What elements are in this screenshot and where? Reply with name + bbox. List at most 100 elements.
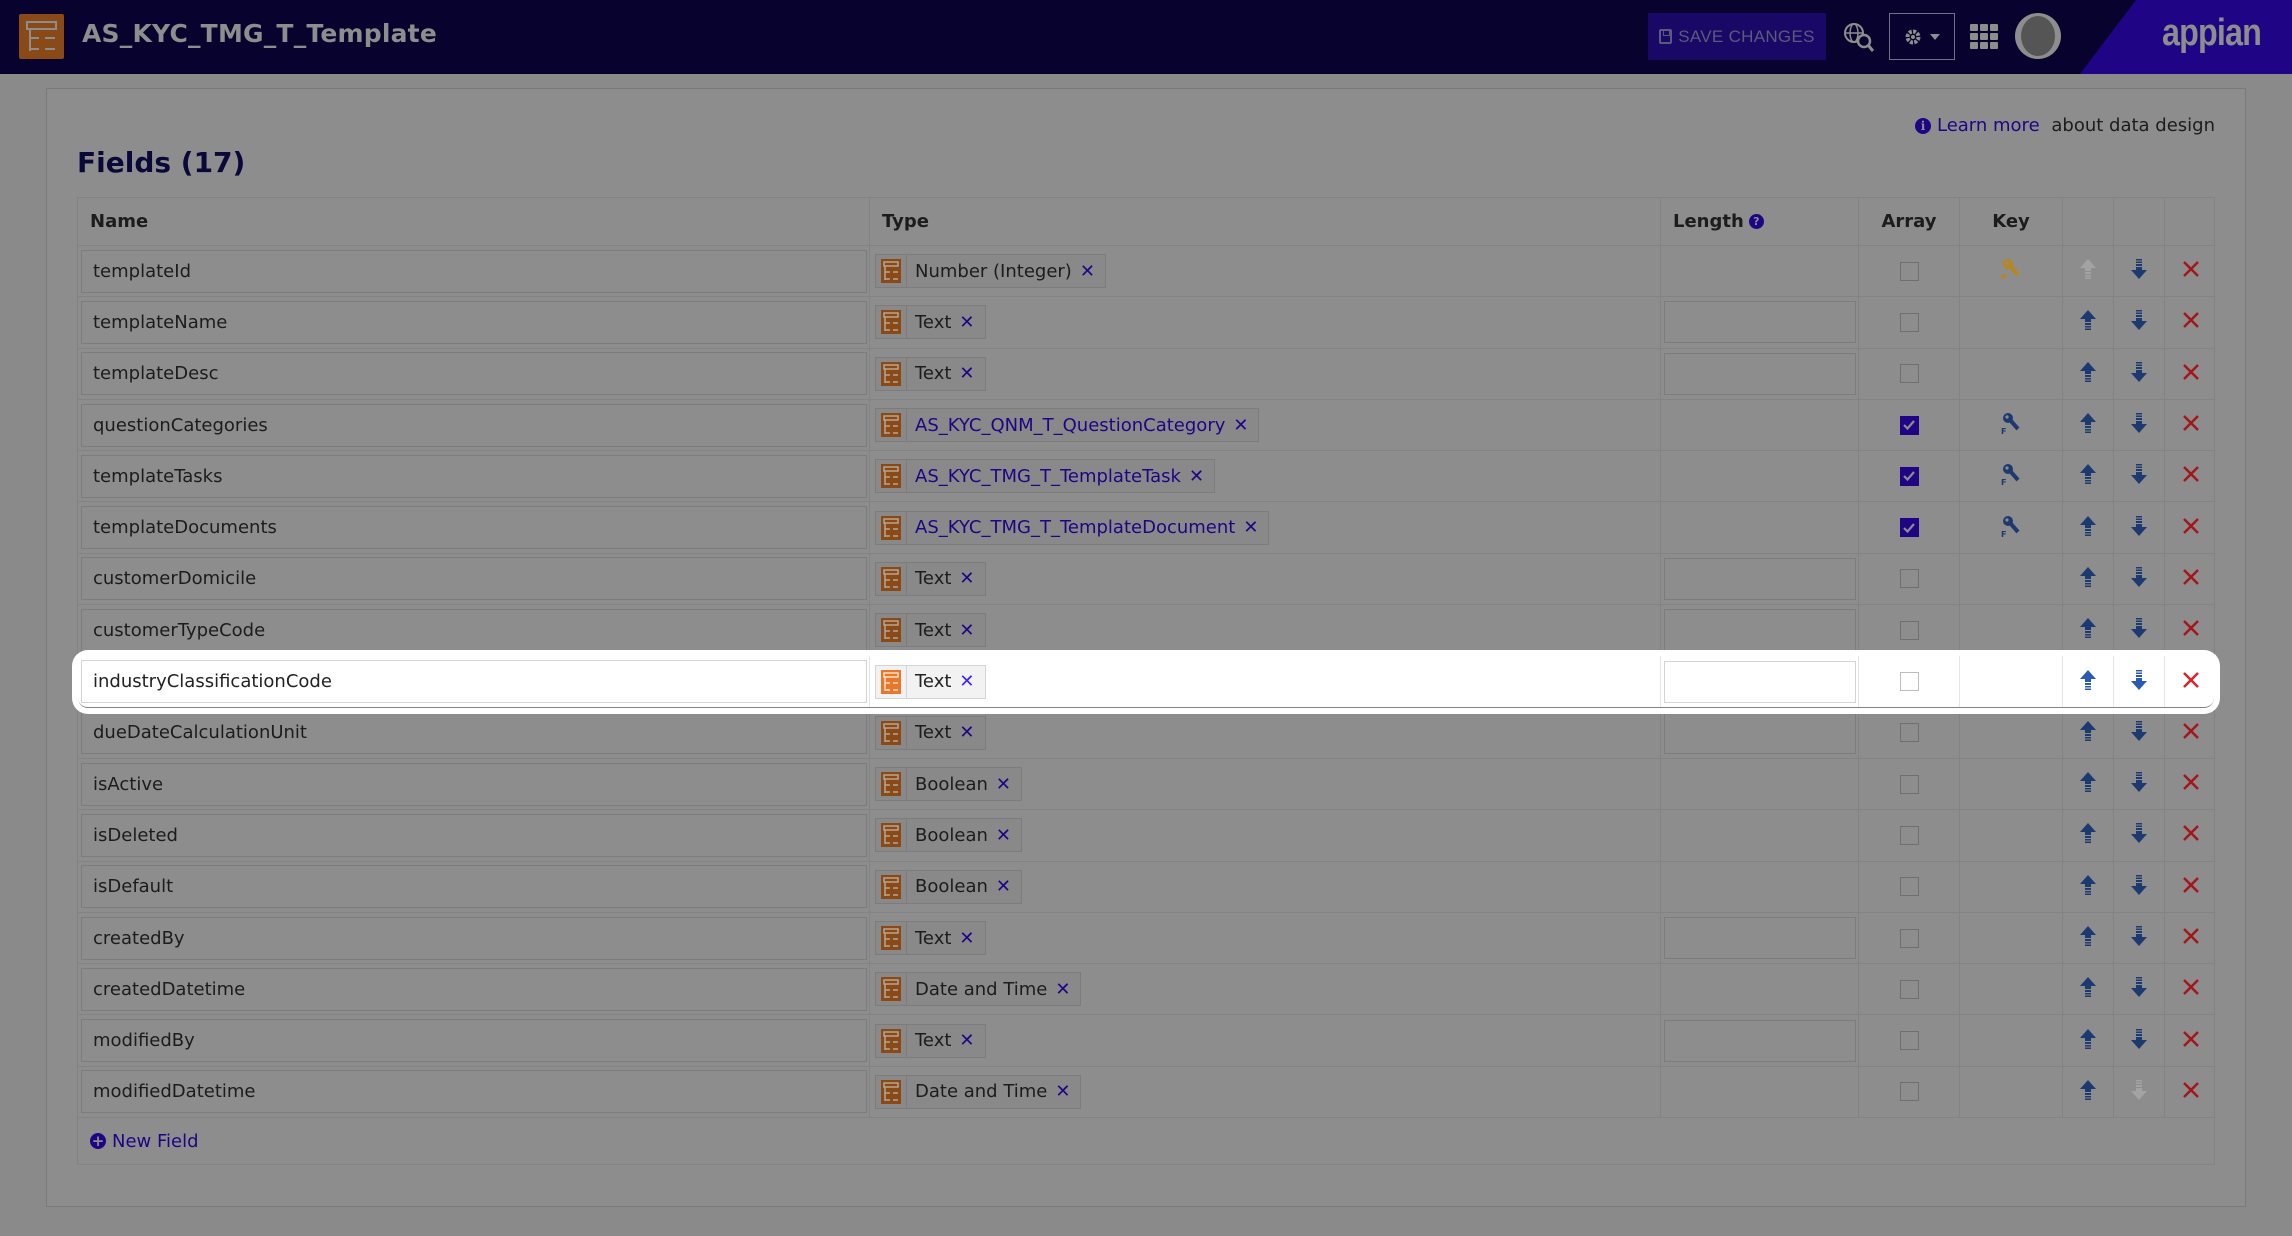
learn-more-link[interactable]: Learn more xyxy=(1937,115,2040,136)
remove-type-icon[interactable]: ✕ xyxy=(959,1030,984,1051)
type-chip[interactable]: Text ✕ xyxy=(875,305,986,340)
array-checkbox[interactable] xyxy=(1899,261,1919,281)
save-changes-button[interactable]: SAVE CHANGES xyxy=(1648,13,1826,60)
length-input[interactable] xyxy=(1664,1019,1856,1062)
array-checkbox[interactable] xyxy=(1899,1031,1919,1051)
remove-type-icon[interactable]: ✕ xyxy=(959,620,984,641)
move-up-icon[interactable] xyxy=(2080,310,2096,334)
remove-type-icon[interactable]: ✕ xyxy=(996,774,1021,795)
remove-type-icon[interactable]: ✕ xyxy=(959,363,984,384)
move-down-icon[interactable] xyxy=(2131,413,2147,437)
move-up-icon[interactable] xyxy=(2080,772,2096,796)
delete-field-icon[interactable] xyxy=(2182,1082,2199,1102)
length-input[interactable] xyxy=(1664,660,1856,703)
length-input[interactable] xyxy=(1664,557,1856,600)
delete-field-icon[interactable] xyxy=(2182,876,2199,897)
type-label[interactable]: AS_KYC_TMG_T_TemplateDocument xyxy=(907,517,1243,538)
new-field-link[interactable]: + New Field xyxy=(78,1118,199,1164)
type-chip[interactable]: Text ✕ xyxy=(875,664,986,699)
remove-type-icon[interactable]: ✕ xyxy=(959,568,984,589)
array-checkbox[interactable] xyxy=(1899,723,1919,743)
move-up-icon[interactable] xyxy=(2080,515,2096,540)
delete-field-icon[interactable] xyxy=(2182,620,2199,640)
type-chip[interactable]: Text ✕ xyxy=(875,561,986,596)
remove-type-icon[interactable]: ✕ xyxy=(959,928,984,949)
remove-type-icon[interactable]: ✕ xyxy=(1243,517,1268,538)
foreign-key-icon[interactable]: F xyxy=(2001,412,2021,438)
type-chip[interactable]: Date and Time ✕ xyxy=(875,1074,1082,1109)
move-up-icon[interactable] xyxy=(2080,1079,2096,1104)
help-icon[interactable]: ? xyxy=(1748,214,1764,229)
delete-field-icon[interactable] xyxy=(2182,466,2199,486)
remove-type-icon[interactable]: ✕ xyxy=(1055,979,1080,1000)
apps-grid-icon[interactable] xyxy=(1970,24,1998,50)
field-name-input[interactable]: isDefault xyxy=(81,865,867,909)
array-checkbox[interactable] xyxy=(1899,364,1919,384)
move-down-icon[interactable] xyxy=(2131,977,2147,1001)
field-name-input[interactable]: questionCategories xyxy=(81,403,867,447)
type-label[interactable]: AS_KYC_QNM_T_QuestionCategory xyxy=(907,415,1233,436)
user-avatar[interactable] xyxy=(2015,13,2061,59)
remove-type-icon[interactable]: ✕ xyxy=(1055,1081,1080,1102)
move-down-icon[interactable] xyxy=(2131,259,2147,283)
type-chip[interactable]: Date and Time ✕ xyxy=(875,972,1082,1007)
length-input[interactable] xyxy=(1664,301,1856,344)
delete-field-icon[interactable] xyxy=(2182,261,2199,281)
field-name-input[interactable]: templateDocuments xyxy=(81,506,867,550)
move-down-icon[interactable] xyxy=(2131,669,2147,694)
length-input[interactable] xyxy=(1664,609,1856,652)
move-up-icon[interactable] xyxy=(2080,618,2096,642)
remove-type-icon[interactable]: ✕ xyxy=(959,722,984,743)
field-name-input[interactable]: isActive xyxy=(81,762,867,806)
array-checkbox[interactable] xyxy=(1899,518,1919,538)
field-name-input[interactable]: customerTypeCode xyxy=(81,608,867,652)
move-up-icon[interactable] xyxy=(2080,1028,2096,1053)
length-input[interactable] xyxy=(1664,352,1856,395)
delete-field-icon[interactable] xyxy=(2182,928,2199,948)
move-up-icon[interactable] xyxy=(2080,977,2096,1001)
delete-field-icon[interactable] xyxy=(2182,569,2199,589)
move-down-icon[interactable] xyxy=(2131,720,2147,745)
delete-field-icon[interactable] xyxy=(2182,979,2199,999)
move-down-icon[interactable] xyxy=(2131,515,2147,540)
field-name-input[interactable]: customerDomicile xyxy=(81,557,867,601)
move-up-icon[interactable] xyxy=(2080,413,2096,437)
globe-search-icon[interactable] xyxy=(1843,22,1877,54)
type-chip[interactable]: Number (Integer) ✕ xyxy=(875,254,1106,289)
array-checkbox[interactable] xyxy=(1899,928,1919,948)
delete-field-icon[interactable] xyxy=(2182,517,2199,538)
delete-field-icon[interactable] xyxy=(2182,363,2199,384)
move-down-icon[interactable] xyxy=(2131,874,2147,899)
array-checkbox[interactable] xyxy=(1899,877,1919,897)
delete-field-icon[interactable] xyxy=(2182,415,2199,435)
type-chip[interactable]: AS_KYC_TMG_T_TemplateTask ✕ xyxy=(875,459,1216,494)
type-chip[interactable]: Text ✕ xyxy=(875,1023,986,1058)
remove-type-icon[interactable]: ✕ xyxy=(1080,261,1105,282)
move-up-icon[interactable] xyxy=(2080,926,2096,950)
settings-menu-button[interactable] xyxy=(1889,13,1955,60)
delete-field-icon[interactable] xyxy=(2182,1030,2199,1051)
array-checkbox[interactable] xyxy=(1899,774,1919,794)
move-down-icon[interactable] xyxy=(2131,618,2147,642)
move-down-icon[interactable] xyxy=(2131,823,2147,847)
array-checkbox[interactable] xyxy=(1899,825,1919,845)
move-up-icon[interactable] xyxy=(2080,720,2096,745)
type-chip[interactable]: Text ✕ xyxy=(875,715,986,750)
array-checkbox[interactable] xyxy=(1899,569,1919,589)
field-name-input[interactable]: templateDesc xyxy=(81,352,867,396)
length-input[interactable] xyxy=(1664,917,1856,959)
array-checkbox[interactable] xyxy=(1899,620,1919,640)
delete-field-icon[interactable] xyxy=(2182,774,2199,794)
type-label[interactable]: AS_KYC_TMG_T_TemplateTask xyxy=(907,466,1189,487)
remove-type-icon[interactable]: ✕ xyxy=(1189,466,1214,487)
type-chip[interactable]: Text ✕ xyxy=(875,921,986,955)
field-name-input[interactable]: templateName xyxy=(81,300,867,344)
delete-field-icon[interactable] xyxy=(2182,312,2199,332)
field-name-input[interactable]: modifiedBy xyxy=(81,1019,867,1063)
type-chip[interactable]: Boolean ✕ xyxy=(875,767,1022,802)
field-name-input[interactable]: templateTasks xyxy=(81,454,867,498)
move-up-icon[interactable] xyxy=(2080,823,2096,847)
delete-field-icon[interactable] xyxy=(2182,671,2199,692)
delete-field-icon[interactable] xyxy=(2182,722,2199,743)
remove-type-icon[interactable]: ✕ xyxy=(959,312,984,333)
